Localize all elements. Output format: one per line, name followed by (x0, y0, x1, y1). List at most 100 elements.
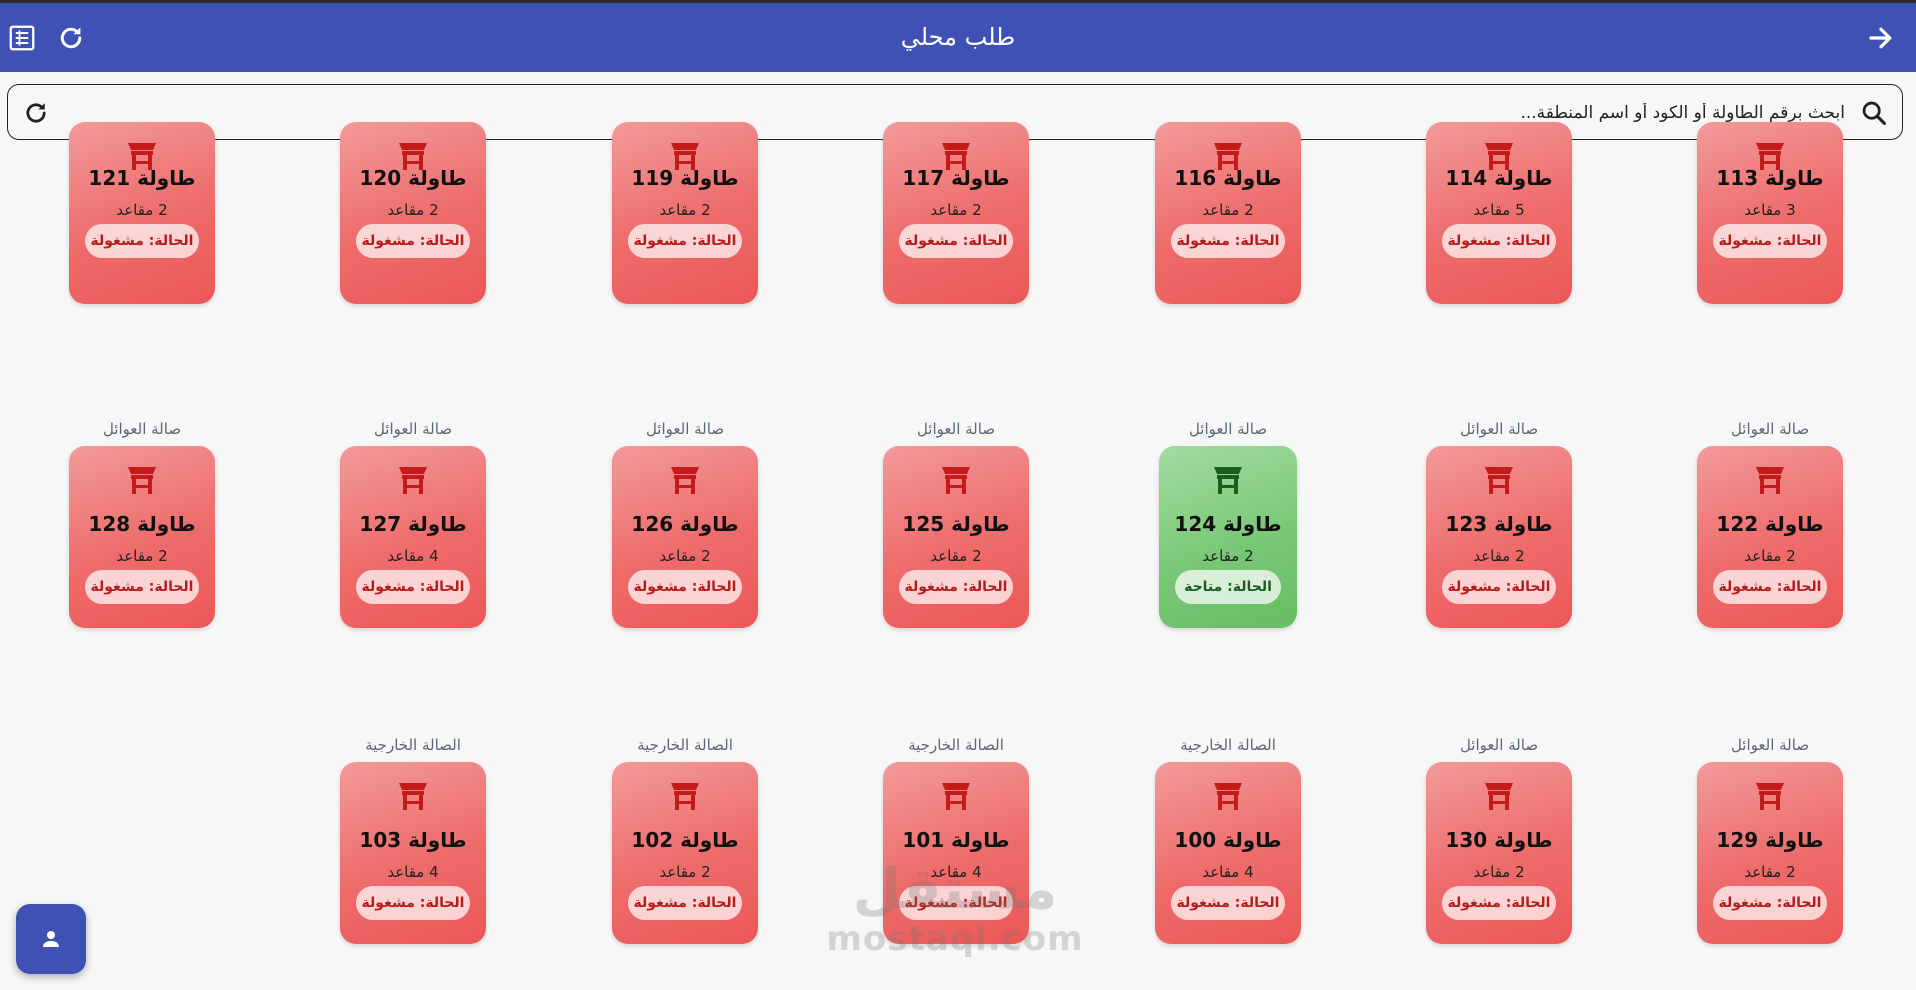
status-badge: الحالة: مشغولة (85, 224, 199, 258)
zone-label: صالة العوائل (102, 420, 182, 438)
refresh-icon[interactable] (22, 99, 50, 127)
table-name: طاولة 103 (359, 828, 467, 852)
table-icon (671, 783, 699, 810)
table-card[interactable]: طاولة 122 2 مقاعد الحالة: مشغولة (1697, 446, 1843, 628)
status-badge: الحالة: مشغولة (1713, 570, 1827, 604)
table-seats: 2 مقاعد (930, 201, 982, 219)
table-card[interactable]: طاولة 130 2 مقاعد الحالة: مشغولة (1426, 762, 1572, 944)
zone-label: صالة العوائل (1730, 736, 1810, 754)
table-card[interactable]: طاولة 124 2 مقاعد الحالة: متاحة (1159, 446, 1297, 628)
status-badge: الحالة: مشغولة (1171, 886, 1285, 920)
status-badge: الحالة: متاحة (1175, 570, 1281, 604)
status-badge: الحالة: مشغولة (1442, 224, 1556, 258)
table-seats: 2 مقاعد (387, 201, 439, 219)
zone-label: الصالة الخارجية (1180, 736, 1276, 754)
arrow-forward-icon[interactable] (1866, 23, 1896, 53)
table-card[interactable]: طاولة 121 2 مقاعد الحالة: مشغولة (69, 122, 215, 304)
zone-label: صالة العوائل (1730, 420, 1810, 438)
table-card[interactable]: طاولة 117 2 مقاعد الحالة: مشغولة (883, 122, 1029, 304)
zone-label: صالة العوائل (916, 420, 996, 438)
table-card[interactable]: طاولة 102 2 مقاعد الحالة: مشغولة (612, 762, 758, 944)
table-seats: 5 مقاعد (1473, 201, 1525, 219)
status-badge: الحالة: مشغولة (1713, 224, 1827, 258)
status-badge: الحالة: مشغولة (899, 570, 1013, 604)
person-icon (43, 931, 59, 947)
table-card[interactable]: طاولة 114 5 مقاعد الحالة: مشغولة (1426, 122, 1572, 304)
zone-label: صالة العوائل (645, 420, 725, 438)
table-icon (1214, 467, 1242, 494)
table-seats: 2 مقاعد (116, 547, 168, 565)
table-seats: 4 مقاعد (387, 863, 439, 881)
table-name: طاولة 128 (88, 512, 196, 536)
table-icon (399, 783, 427, 810)
table-card[interactable]: طاولة 116 2 مقاعد الحالة: مشغولة (1155, 122, 1301, 304)
table-icon (942, 467, 970, 494)
status-badge: الحالة: مشغولة (899, 886, 1013, 920)
zone-label: صالة العوائل (373, 420, 453, 438)
status-badge: الحالة: مشغولة (1171, 224, 1285, 258)
table-card[interactable]: طاولة 100 4 مقاعد الحالة: مشغولة (1155, 762, 1301, 944)
table-seats: 2 مقاعد (1744, 863, 1796, 881)
table-name: طاولة 130 (1445, 828, 1553, 852)
zone-label: الصالة الخارجية (908, 736, 1004, 754)
table-seats: 2 مقاعد (1473, 863, 1525, 881)
table-card[interactable]: طاولة 129 2 مقاعد الحالة: مشغولة (1697, 762, 1843, 944)
table-card[interactable]: طاولة 113 3 مقاعد الحالة: مشغولة (1697, 122, 1843, 304)
table-icon (1214, 783, 1242, 810)
user-fab-button[interactable] (16, 904, 86, 974)
table-name: طاولة 119 (631, 166, 739, 190)
table-name: طاولة 121 (88, 166, 196, 190)
table-name: طاولة 126 (631, 512, 739, 536)
table-name: طاولة 120 (359, 166, 467, 190)
status-badge: الحالة: مشغولة (1442, 570, 1556, 604)
table-name: طاولة 124 (1174, 512, 1282, 536)
table-seats: 4 مقاعد (387, 547, 439, 565)
table-name: طاولة 113 (1716, 166, 1824, 190)
table-card[interactable]: طاولة 126 2 مقاعد الحالة: مشغولة (612, 446, 758, 628)
table-name: طاولة 123 (1445, 512, 1553, 536)
table-name: طاولة 122 (1716, 512, 1824, 536)
status-badge: الحالة: مشغولة (628, 570, 742, 604)
zone-label: صالة العوائل (1188, 420, 1268, 438)
table-seats: 4 مقاعد (930, 863, 982, 881)
status-badge: الحالة: مشغولة (1713, 886, 1827, 920)
status-badge: الحالة: مشغولة (628, 224, 742, 258)
table-icon (1756, 783, 1784, 810)
status-badge: الحالة: مشغولة (356, 224, 470, 258)
zone-label: صالة العوائل (1459, 420, 1539, 438)
zone-label: الصالة الخارجية (637, 736, 733, 754)
table-seats: 2 مقاعد (659, 201, 711, 219)
status-badge: الحالة: مشغولة (1442, 886, 1556, 920)
search-icon (1860, 99, 1888, 127)
table-card[interactable]: طاولة 128 2 مقاعد الحالة: مشغولة (69, 446, 215, 628)
table-icon (1485, 783, 1513, 810)
table-seats: 2 مقاعد (1202, 547, 1254, 565)
table-name: طاولة 116 (1174, 166, 1282, 190)
table-card[interactable]: طاولة 127 4 مقاعد الحالة: مشغولة (340, 446, 486, 628)
table-seats: 2 مقاعد (659, 547, 711, 565)
table-card[interactable]: طاولة 125 2 مقاعد الحالة: مشغولة (883, 446, 1029, 628)
zone-label: الصالة الخارجية (365, 736, 461, 754)
table-seats: 3 مقاعد (1744, 201, 1796, 219)
status-badge: الحالة: مشغولة (356, 570, 470, 604)
table-card[interactable]: طاولة 119 2 مقاعد الحالة: مشغولة (612, 122, 758, 304)
page-title: طلب محلي (900, 23, 1016, 51)
table-name: طاولة 125 (902, 512, 1010, 536)
table-icon (399, 467, 427, 494)
zone-label: صالة العوائل (1459, 736, 1539, 754)
tables-grid: طاولة 113 3 مقاعد الحالة: مشغولة طاولة 1… (0, 0, 1916, 990)
app-bar: طلب محلي (0, 3, 1916, 72)
table-seats: 4 مقاعد (1202, 863, 1254, 881)
table-seats: 2 مقاعد (659, 863, 711, 881)
table-seats: 2 مقاعد (1744, 547, 1796, 565)
table-card[interactable]: طاولة 103 4 مقاعد الحالة: مشغولة (340, 762, 486, 944)
table-name: طاولة 127 (359, 512, 467, 536)
table-card[interactable]: طاولة 123 2 مقاعد الحالة: مشغولة (1426, 446, 1572, 628)
table-card[interactable]: طاولة 101 4 مقاعد الحالة: مشغولة (883, 762, 1029, 944)
table-seats: 2 مقاعد (116, 201, 168, 219)
table-card[interactable]: طاولة 120 2 مقاعد الحالة: مشغولة (340, 122, 486, 304)
table-name: طاولة 117 (902, 166, 1010, 190)
status-badge: الحالة: مشغولة (899, 224, 1013, 258)
table-name: طاولة 114 (1445, 166, 1553, 190)
table-seats: 2 مقاعد (1473, 547, 1525, 565)
